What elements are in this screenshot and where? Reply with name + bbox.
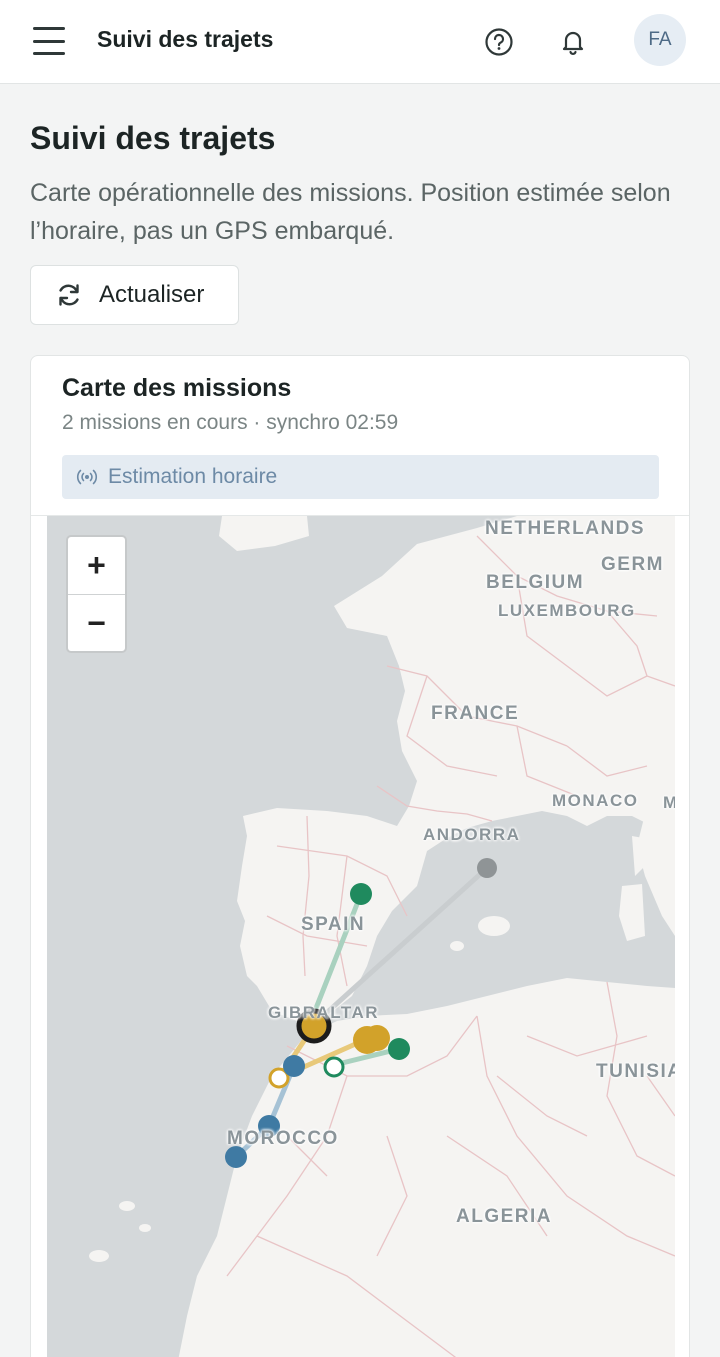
estimation-badge: Estimation horaire [62, 455, 659, 499]
land-canary-3 [139, 1224, 151, 1232]
land-sardinia [619, 884, 645, 941]
estimation-badge-label: Estimation horaire [108, 465, 278, 488]
notifications-button[interactable] [553, 22, 593, 62]
land-africa [178, 978, 675, 1357]
page-subtitle: Carte opérationnelle des missions. Posit… [30, 179, 671, 245]
map-label-germany: GERM [601, 554, 664, 575]
map-label-andorra: ANDORRA [423, 825, 521, 844]
zoom-control: + − [66, 535, 127, 653]
help-button[interactable] [479, 22, 519, 62]
map-label-france: FRANCE [431, 703, 520, 724]
land-corsica [632, 836, 645, 876]
map-label-luxembourg: LUXEMBOURG [498, 601, 636, 620]
land-england [219, 516, 309, 551]
map-label-monaco-extra: M [663, 793, 675, 813]
marker-gray-andorra [477, 858, 497, 878]
refresh-icon [59, 284, 79, 306]
top-bar: Suivi des trajets FA [0, 0, 720, 84]
missions-map-card: Carte des missions 2 missions en cours ·… [30, 355, 690, 1357]
broadcast-signal-icon [76, 469, 98, 485]
refresh-button-label: Actualiser [99, 281, 205, 308]
map-label-belgium: BELGIUM [486, 572, 585, 593]
card-title: Carte des missions [62, 374, 292, 402]
hamburger-menu-icon[interactable] [30, 24, 68, 58]
land-canary-1 [89, 1250, 109, 1262]
map-label-spain: SPAIN [301, 914, 366, 935]
map-canvas [89, 516, 675, 1357]
question-circle-icon [485, 28, 513, 56]
zoom-in-button[interactable]: + [68, 537, 125, 594]
refresh-button[interactable]: Actualiser [30, 265, 239, 325]
land-mallorca [478, 916, 510, 936]
land-ibiza [450, 941, 464, 951]
marker-green-madrid [350, 883, 372, 905]
card-meta: 2 missions en cours · synchro 02:59 [62, 411, 399, 434]
bell-icon [562, 31, 584, 55]
map-label-algeria: ALGERIA [456, 1206, 552, 1227]
marker-blue-1 [283, 1055, 305, 1077]
topbar-title: Suivi des trajets [97, 26, 274, 52]
zoom-out-button[interactable]: − [68, 594, 125, 651]
marker-gold-large-2 [364, 1025, 390, 1051]
map-label-gibraltar: GIBRALTAR [268, 1003, 380, 1022]
map-label-netherlands: NETHERLANDS [485, 518, 646, 539]
page-title: Suivi des trajets [30, 120, 276, 156]
map-label-morocco: MOROCCO [227, 1128, 339, 1149]
marker-green-hollow [323, 1056, 345, 1078]
user-avatar[interactable]: FA [634, 14, 686, 66]
land-canary-2 [119, 1201, 135, 1211]
marker-green-east [388, 1038, 410, 1060]
missions-map[interactable]: NETHERLANDS GERM BELGIUM LUXEMBOURG FRAN… [47, 516, 675, 1357]
map-label-tunisia: TUNISIA [596, 1061, 675, 1082]
map-label-monaco: MONACO [552, 791, 639, 810]
